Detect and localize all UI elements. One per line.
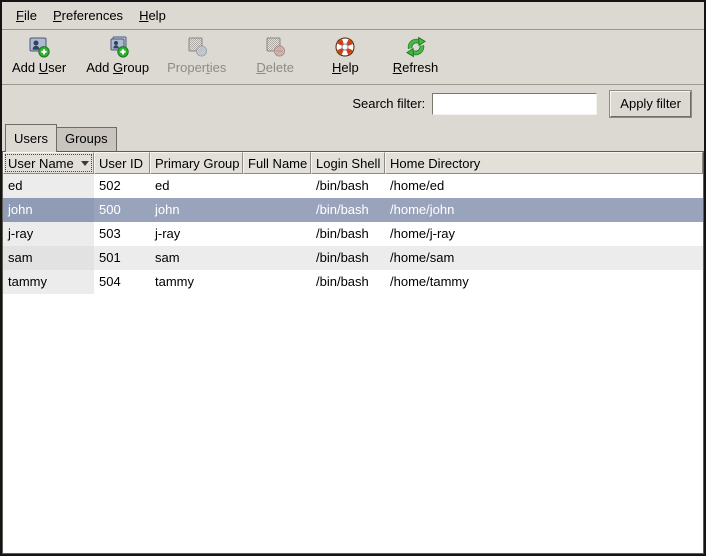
users-table: User Name User ID Primary Group Full Nam… <box>2 151 704 554</box>
tab-groups[interactable]: Groups <box>56 127 117 151</box>
help-icon <box>332 34 358 60</box>
delete-button[interactable]: Delete <box>252 33 298 76</box>
column-header-home-directory[interactable]: Home Directory <box>385 152 703 174</box>
filter-bar: Search filter: Apply filter <box>2 85 704 122</box>
delete-icon <box>262 34 288 60</box>
menubar: File Preferences Help <box>2 2 704 30</box>
refresh-button[interactable]: Refresh <box>389 33 443 76</box>
add-user-icon <box>26 34 52 60</box>
menu-file[interactable]: File <box>8 5 45 26</box>
sort-arrow-down-icon <box>81 161 89 166</box>
tab-users[interactable]: Users <box>5 124 57 152</box>
toolbar: Add User Add Group <box>2 30 704 85</box>
add-group-button[interactable]: Add Group <box>82 33 153 76</box>
menu-help[interactable]: Help <box>131 5 174 26</box>
help-button[interactable]: Help <box>328 33 363 76</box>
table-row-john-selected[interactable]: john 500 john /bin/bash /home/john <box>3 198 703 222</box>
column-header-login-shell[interactable]: Login Shell <box>311 152 385 174</box>
search-filter-label: Search filter: <box>352 96 425 111</box>
column-header-primary-group[interactable]: Primary Group <box>150 152 243 174</box>
add-user-button[interactable]: Add User <box>8 33 70 76</box>
table-row-sam[interactable]: sam 501 sam /bin/bash /home/sam <box>3 246 703 270</box>
properties-icon <box>184 34 210 60</box>
column-header-full-name[interactable]: Full Name <box>243 152 311 174</box>
add-group-icon <box>105 34 131 60</box>
tab-strip: Users Groups <box>2 122 704 151</box>
table-header: User Name User ID Primary Group Full Nam… <box>3 152 703 174</box>
table-row-j-ray[interactable]: j-ray 503 j-ray /bin/bash /home/j-ray <box>3 222 703 246</box>
column-header-user-id[interactable]: User ID <box>94 152 150 174</box>
apply-filter-button[interactable]: Apply filter <box>610 91 691 117</box>
refresh-icon <box>403 34 429 60</box>
table-empty-area <box>3 294 703 553</box>
menu-preferences[interactable]: Preferences <box>45 5 131 26</box>
table-row-tammy[interactable]: tammy 504 tammy /bin/bash /home/tammy <box>3 270 703 294</box>
user-manager-window: File Preferences Help Add User <box>0 0 706 556</box>
properties-button[interactable]: Properties <box>163 33 230 76</box>
table-row-ed[interactable]: ed 502 ed /bin/bash /home/ed <box>3 174 703 198</box>
column-header-user-name[interactable]: User Name <box>3 152 94 174</box>
search-filter-input[interactable] <box>432 93 597 115</box>
